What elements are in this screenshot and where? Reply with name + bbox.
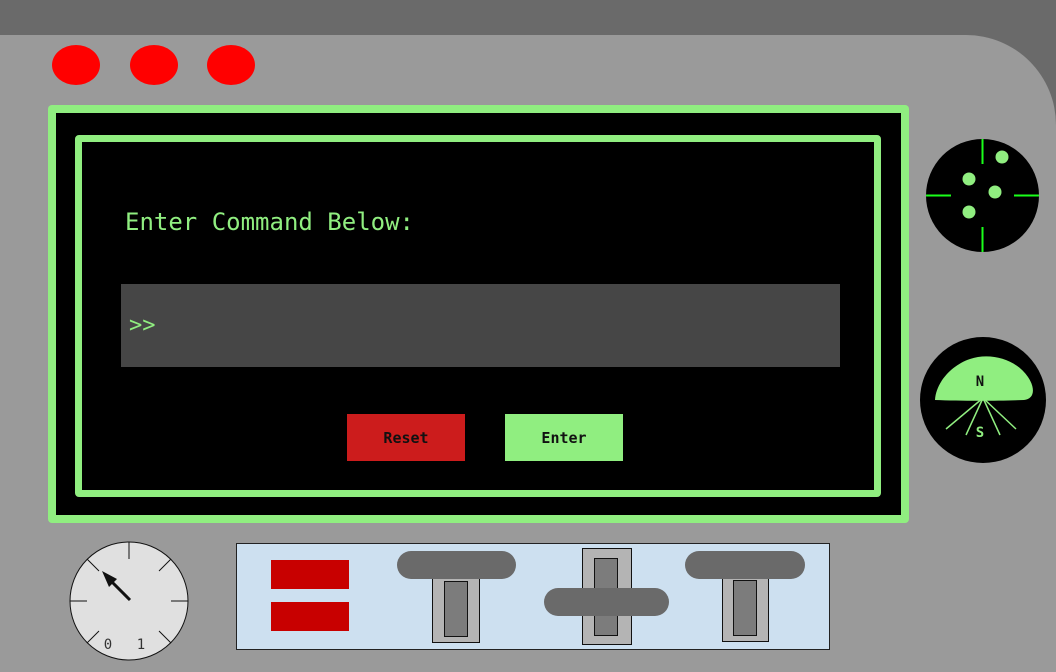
indicator-light-3 (207, 45, 255, 85)
compass-north-label: N (976, 374, 984, 390)
reset-button[interactable]: Reset (347, 414, 465, 461)
lever-3-track (733, 580, 757, 636)
gauge-label-0: 0 (104, 637, 112, 653)
enter-button[interactable]: Enter (505, 414, 623, 461)
command-input-box[interactable]: >> (121, 284, 840, 367)
command-input[interactable] (161, 284, 840, 367)
command-prompt-label: Enter Command Below: (125, 208, 414, 236)
lever-1-slot (432, 570, 480, 643)
lever-control-box (236, 543, 830, 650)
lever-1-track (444, 581, 468, 637)
compass-icon: N S (935, 356, 1033, 441)
lever-1-handle[interactable] (397, 551, 516, 579)
input-prefix: >> (129, 313, 156, 338)
red-switch-bottom[interactable] (271, 602, 349, 631)
compass-display: N S (920, 337, 1046, 463)
compass-south-label: S (976, 425, 984, 441)
radar-display (926, 139, 1039, 252)
gauge-label-1: 1 (137, 637, 145, 653)
radar-icon (926, 139, 1039, 252)
dial-gauge: 0 1 (69, 541, 189, 661)
lever-3-handle[interactable] (685, 551, 805, 579)
gauge-icon: 0 1 (69, 541, 189, 661)
red-switch-top[interactable] (271, 560, 349, 589)
indicator-light-1 (52, 45, 100, 85)
lever-2-handle[interactable] (544, 588, 669, 616)
lever-3-slot (722, 570, 769, 642)
indicator-light-2 (130, 45, 178, 85)
